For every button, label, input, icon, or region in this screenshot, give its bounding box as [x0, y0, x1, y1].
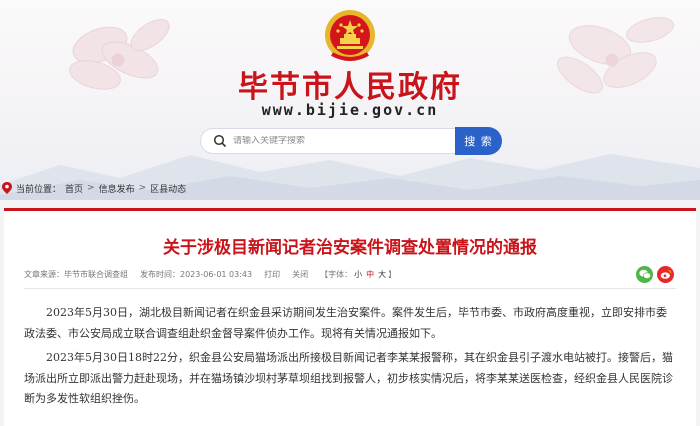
time-value: 2023-06-01 03:43 — [180, 270, 253, 279]
article-meta: 文章来源：毕节市联合调查组 发布时间：2023-06-01 03:43 打印 关… — [24, 261, 676, 289]
breadcrumb: 当前位置： 首页 > 信息发布 > 区县动态 — [0, 178, 190, 198]
article-paragraph: 2023年5月30日18时22分，织金县公安局猫场派出所接极目新闻记者李某某报警… — [24, 351, 673, 405]
article-time: 发布时间：2023-06-01 03:43 — [140, 269, 252, 280]
header-banner: 毕节市人民政府 www.bijie.gov.cn 搜 索 — [0, 0, 700, 200]
article-title: 关于涉极目新闻记者治安案件调查处置情况的通报 — [163, 238, 537, 258]
national-emblem-icon — [325, 10, 375, 61]
close-link[interactable]: 关闭 — [292, 269, 308, 280]
article-paragraph: 2023年5月30日，湖北极目新闻记者在织金县采访期间发生治安案件。案件发生后，… — [24, 306, 667, 340]
font-medium-button[interactable]: 中 — [366, 270, 374, 279]
share-buttons — [632, 266, 674, 283]
breadcrumb-county-news[interactable]: 区县动态 — [150, 182, 186, 195]
breadcrumb-separator: > — [87, 183, 95, 193]
location-pin-icon — [2, 182, 12, 194]
article-body: 2023年5月30日，湖北极目新闻记者在织金县采访期间发生治安案件。案件发生后，… — [24, 303, 676, 414]
font-label: 【字体： — [320, 270, 353, 279]
article-source: 文章来源：毕节市联合调查组 — [24, 269, 128, 280]
font-end: 】 — [388, 270, 397, 279]
weibo-icon[interactable] — [657, 266, 674, 283]
time-label: 发布时间： — [140, 270, 180, 279]
breadcrumb-info-release[interactable]: 信息发布 — [99, 182, 135, 195]
font-size-control: 【字体：小中大】 — [320, 269, 396, 280]
site-url: www.bijie.gov.cn — [261, 101, 439, 119]
source-label: 文章来源： — [24, 270, 64, 279]
site-title: 毕节市人民政府 — [238, 70, 462, 105]
source-value: 毕节市联合调查组 — [64, 270, 128, 279]
wechat-icon[interactable] — [636, 266, 653, 283]
search-button[interactable]: 搜 索 — [455, 127, 502, 155]
article-card: 关于涉极目新闻记者治安案件调查处置情况的通报 文章来源：毕节市联合调查组 发布时… — [4, 208, 696, 426]
font-small-button[interactable]: 小 — [354, 270, 362, 279]
breadcrumb-label: 当前位置： — [16, 184, 62, 195]
font-large-button[interactable]: 大 — [378, 270, 386, 279]
search-icon — [213, 134, 227, 148]
breadcrumb-separator: > — [138, 183, 147, 193]
print-link[interactable]: 打印 — [264, 269, 280, 280]
breadcrumb-home[interactable]: 首页 — [65, 182, 83, 195]
